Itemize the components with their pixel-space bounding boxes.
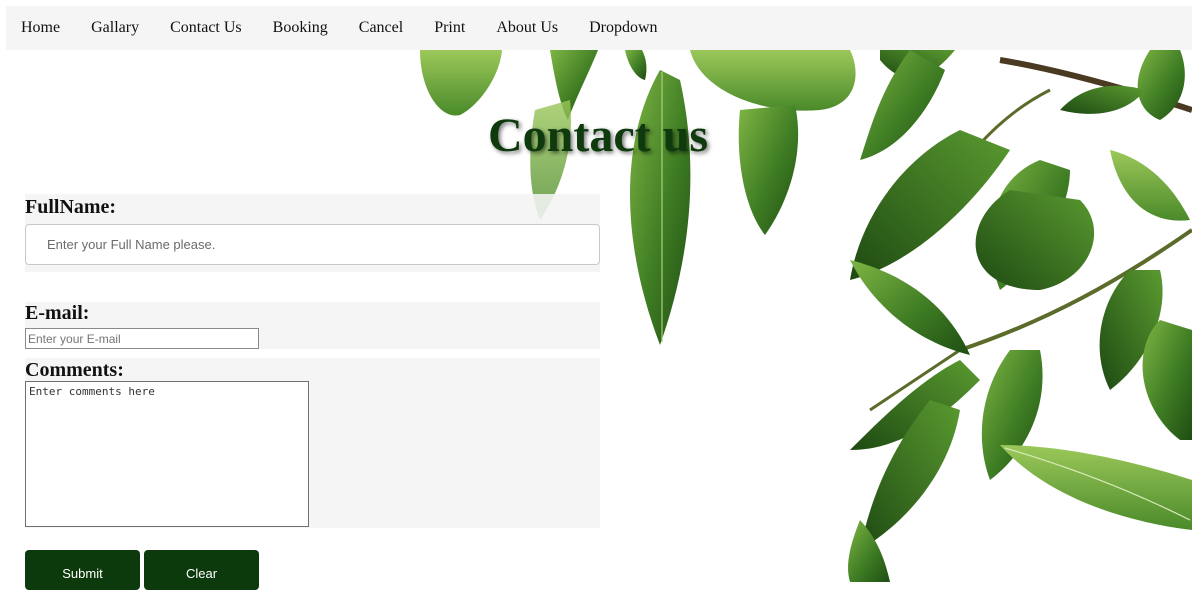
email-label: E-mail: [25,302,90,324]
nav-cancel[interactable]: Cancel [359,19,403,37]
nav-dropdown[interactable]: Dropdown [589,19,657,37]
nav-gallary[interactable]: Gallary [91,19,139,37]
nav-about-us[interactable]: About Us [496,19,558,37]
clear-button[interactable]: Clear [144,550,259,590]
email-input[interactable] [25,328,259,349]
nav-contact-us[interactable]: Contact Us [170,19,242,37]
comments-textarea[interactable] [25,381,309,527]
nav-home[interactable]: Home [21,19,60,37]
fullname-input[interactable] [25,224,600,265]
fullname-label: FullName: [25,196,117,218]
comments-label: Comments: [25,359,124,381]
nav-print[interactable]: Print [434,19,465,37]
top-navbar: Home Gallary Contact Us Booking Cancel P… [6,6,1192,50]
nav-booking[interactable]: Booking [273,19,328,37]
page-title: Contact us [488,109,709,162]
submit-button[interactable]: Submit [25,550,140,590]
